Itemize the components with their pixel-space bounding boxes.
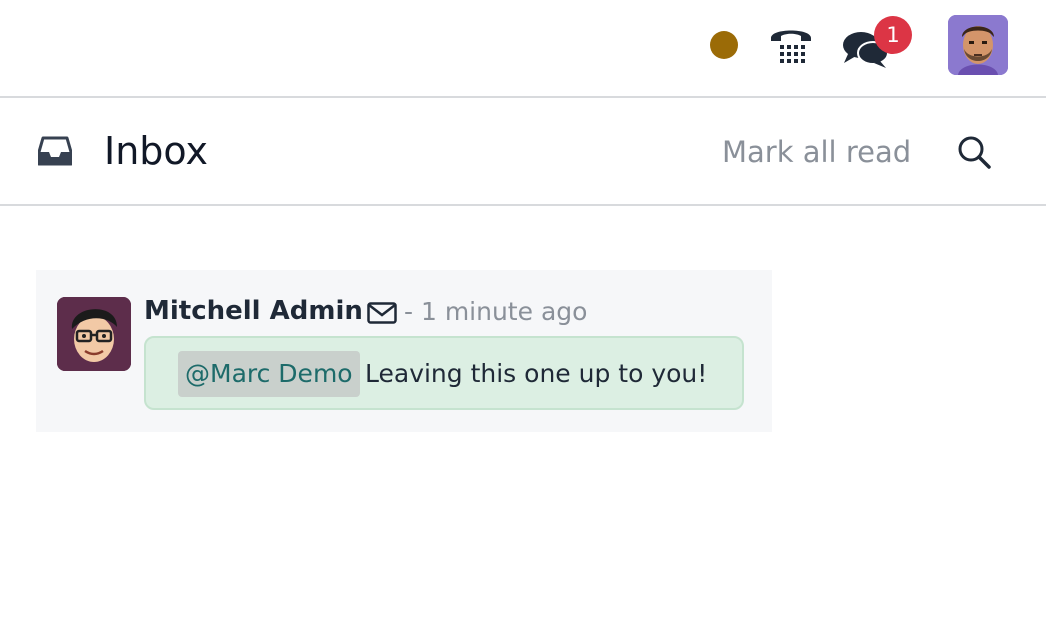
messaging-menu[interactable]: 1 (842, 16, 922, 70)
notification-badge: 1 (874, 16, 912, 54)
inbox-header: Inbox Mark all read (0, 98, 1046, 206)
search-icon[interactable] (956, 134, 992, 170)
inbox-icon (38, 136, 72, 166)
envelope-icon (367, 302, 397, 324)
user-portrait-icon (948, 15, 1008, 75)
message-body: Leaving this one up to you! (365, 359, 708, 388)
author-avatar[interactable] (57, 297, 131, 371)
mention-link[interactable]: @Marc Demo (178, 351, 360, 397)
phone-icon[interactable] (768, 24, 814, 66)
message-bubble: @Marc Demo Leaving this one up to you! (144, 336, 744, 410)
message-item[interactable]: Mitchell Admin - 1 minute ago @Marc Demo… (36, 270, 772, 432)
message-author[interactable]: Mitchell Admin (144, 294, 363, 328)
mark-all-read-button[interactable]: Mark all read (722, 132, 911, 172)
user-avatar[interactable] (948, 15, 1008, 75)
page-title: Inbox (104, 129, 208, 173)
top-navbar: 1 (0, 0, 1046, 98)
author-portrait-icon (57, 297, 131, 371)
status-indicator[interactable] (710, 31, 738, 59)
message-timestamp: - 1 minute ago (404, 297, 588, 326)
